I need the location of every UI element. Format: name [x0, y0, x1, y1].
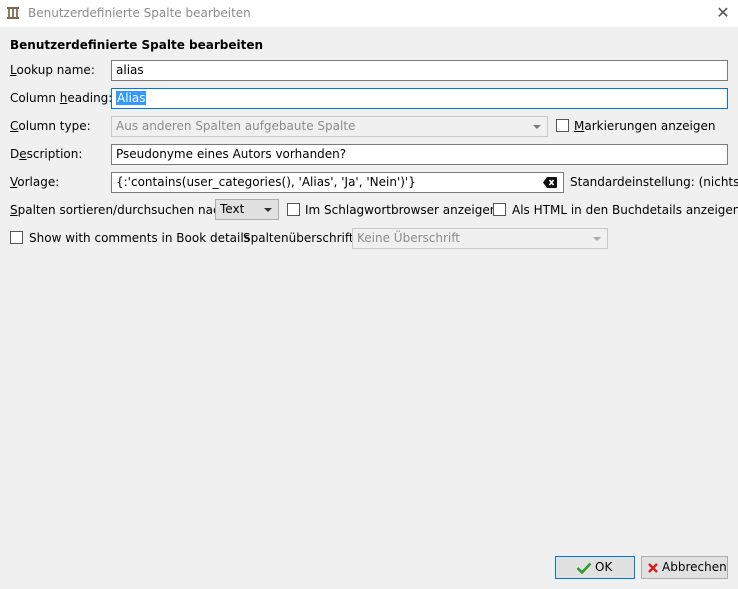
cancel-button[interactable]: Abbrechen	[641, 556, 728, 579]
sort-search-label: Spalten sortieren/durchsuchen nach	[10, 203, 228, 217]
column-heading-field[interactable]: Alias	[111, 88, 728, 109]
calibre-library-icon	[7, 7, 19, 19]
column-header-select[interactable]: Keine Überschrift	[352, 228, 608, 249]
lookup-name-field[interactable]: alias	[111, 60, 728, 81]
template-field[interactable]: {:'contains(user_categories(), 'Alias', …	[111, 172, 564, 193]
template-label: Vorlage:	[10, 175, 60, 189]
title-bar: Benutzerdefinierte Spalte bearbeiten ✕	[0, 0, 738, 27]
show-comments-label: Show with comments in Book details	[29, 231, 250, 245]
tag-browser-checkbox[interactable]	[287, 203, 300, 216]
clear-text-icon[interactable]	[543, 177, 557, 188]
column-header-label: Spaltenüberschrift:	[243, 231, 358, 245]
as-html-checkbox[interactable]	[493, 203, 506, 216]
cross-icon	[648, 563, 658, 573]
lookup-name-label: Lookup name:	[10, 63, 95, 77]
description-field[interactable]: Pseudonyme eines Autors vorhanden?	[111, 144, 728, 165]
chevron-down-icon	[533, 125, 541, 129]
show-comments-checkbox[interactable]	[10, 231, 23, 244]
column-heading-label: Column heading:	[10, 91, 113, 105]
tag-browser-label: Im Schlagwortbrowser anzeigen	[305, 203, 498, 217]
ok-button[interactable]: OK	[555, 556, 635, 579]
show-tags-label: Markierungen anzeigen	[574, 119, 716, 133]
chevron-down-icon	[264, 208, 272, 212]
window-title: Benutzerdefinierte Spalte bearbeiten	[28, 6, 251, 20]
as-html-label: Als HTML in den Buchdetails anzeigen	[512, 203, 738, 217]
template-default-text: Standardeinstellung: (nichts)	[570, 175, 738, 189]
checkmark-icon	[576, 562, 592, 574]
description-label: Description:	[10, 147, 83, 161]
chevron-down-icon	[593, 237, 601, 241]
show-tags-checkbox[interactable]	[556, 119, 569, 132]
close-icon[interactable]: ✕	[712, 2, 734, 24]
sort-search-select[interactable]: Text	[215, 199, 279, 220]
form-heading: Benutzerdefinierte Spalte bearbeiten	[10, 38, 264, 52]
column-type-label: Column type:	[10, 119, 91, 133]
column-type-select[interactable]: Aus anderen Spalten aufgebaute Spalte	[111, 116, 548, 137]
